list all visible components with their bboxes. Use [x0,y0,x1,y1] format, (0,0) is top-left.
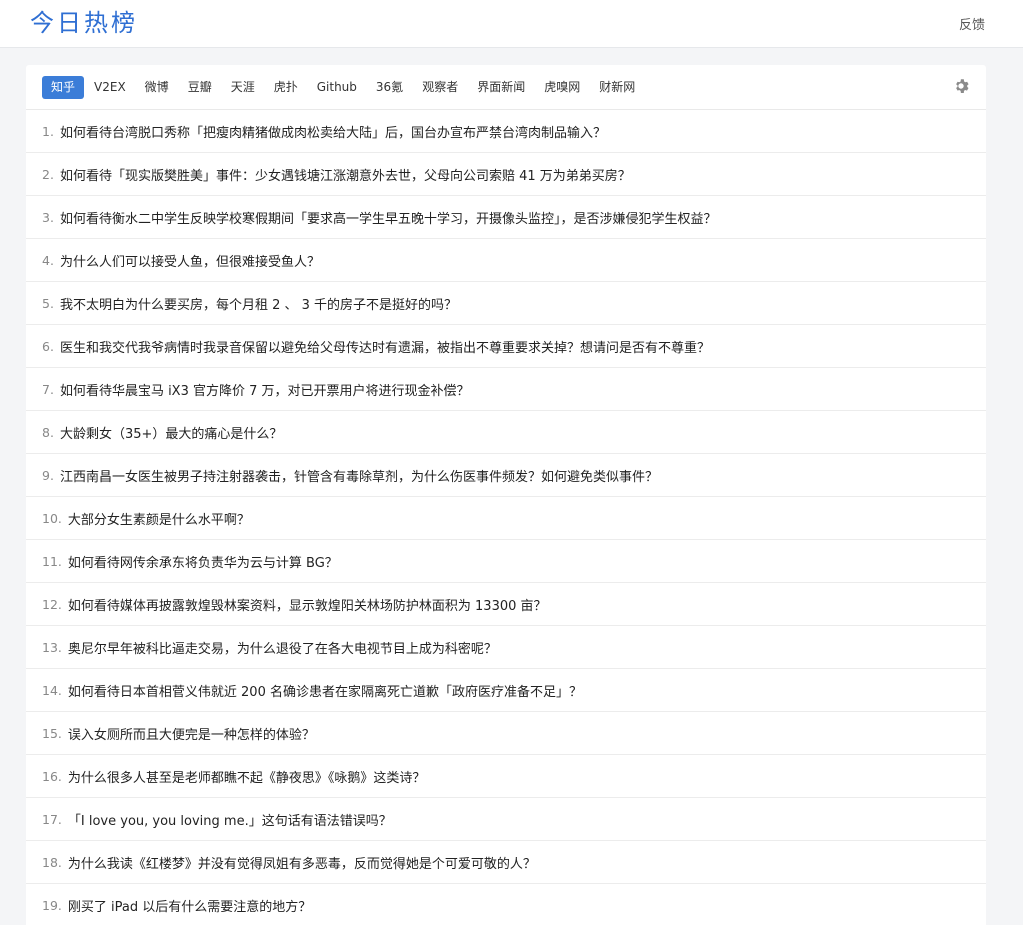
item-title[interactable]: 为什么很多人甚至是老师都瞧不起《静夜思》《咏鹅》这类诗？ [68,767,426,786]
item-title[interactable]: 江西南昌一女医生被男子持注射器袭击，针管含有毒除草剂，为什么伤医事件频发？如何避… [60,466,658,485]
tab-v2ex[interactable]: V2EX [85,76,135,99]
item-rank: 15. [42,725,62,741]
item-rank: 6. [42,338,54,354]
source-tabs: 知乎 V2EX 微博 豆瓣 天涯 虎扑 Github 36氪 观察者 界面新闻 … [26,65,986,110]
tab-douban[interactable]: 豆瓣 [179,76,221,99]
tab-caixin[interactable]: 财新网 [590,76,644,99]
feedback-link[interactable]: 反馈 [959,14,985,33]
hot-list: 1. 如何看待台湾脱口秀称「把瘦肉精猪做成肉松卖给大陆」后，国台办宣布严禁台湾肉制… [26,110,986,925]
tab-github[interactable]: Github [308,76,366,99]
item-rank: 4. [42,252,54,268]
list-item[interactable]: 14. 如何看待日本首相菅义伟就近 200 名确诊患者在家隔离死亡道歉「政府医疗准… [26,669,986,712]
item-title[interactable]: 我不太明白为什么要买房，每个月租 2 、 3 千的房子不是挺好的吗？ [60,294,457,313]
item-title[interactable]: 医生和我交代我爷病情时我录音保留以避免给父母传达时有遗漏，被指出不尊重要求关掉？… [60,337,710,356]
item-rank: 17. [42,811,62,827]
item-rank: 9. [42,467,54,483]
item-rank: 3. [42,209,54,225]
list-item[interactable]: 11. 如何看待网传余承东将负责华为云与计算 BG？ [26,540,986,583]
item-rank: 8. [42,424,54,440]
item-rank: 13. [42,639,62,655]
item-title[interactable]: 如何看待华晨宝马 iX3 官方降价 7 万，对已开票用户将进行现金补偿？ [60,380,470,399]
list-item[interactable]: 12. 如何看待媒体再披露敦煌毁林案资料，显示敦煌阳关林场防护林面积为 13300… [26,583,986,626]
list-item[interactable]: 8. 大龄剩女（35+）最大的痛心是什么？ [26,411,986,454]
item-title[interactable]: 大龄剩女（35+）最大的痛心是什么？ [60,423,282,442]
item-title[interactable]: 为什么我读《红楼梦》并没有觉得凤姐有多恶毒，反而觉得她是个可爱可敬的人？ [68,853,536,872]
site-logo[interactable]: 今日热榜 [30,6,138,40]
list-item[interactable]: 4. 为什么人们可以接受人鱼，但很难接受鱼人？ [26,239,986,282]
tab-hupu[interactable]: 虎扑 [265,76,307,99]
tab-jiemian[interactable]: 界面新闻 [468,76,534,99]
list-item[interactable]: 16. 为什么很多人甚至是老师都瞧不起《静夜思》《咏鹅》这类诗？ [26,755,986,798]
item-title[interactable]: 误入女厕所而且大便完是一种怎样的体验？ [68,724,315,743]
item-title[interactable]: 如何看待网传余承东将负责华为云与计算 BG？ [68,552,338,571]
list-item[interactable]: 7. 如何看待华晨宝马 iX3 官方降价 7 万，对已开票用户将进行现金补偿？ [26,368,986,411]
top-header: 今日热榜 反馈 [0,0,1023,48]
list-item[interactable]: 6. 医生和我交代我爷病情时我录音保留以避免给父母传达时有遗漏，被指出不尊重要求关… [26,325,986,368]
list-item[interactable]: 9. 江西南昌一女医生被男子持注射器袭击，针管含有毒除草剂，为什么伤医事件频发？如… [26,454,986,497]
list-item[interactable]: 1. 如何看待台湾脱口秀称「把瘦肉精猪做成肉松卖给大陆」后，国台办宣布严禁台湾肉制… [26,110,986,153]
gear-icon[interactable] [953,78,969,94]
item-rank: 5. [42,295,54,311]
list-item[interactable]: 17. 「I love you, you loving me.」这句话有语法错误吗… [26,798,986,841]
item-rank: 16. [42,768,62,784]
item-title[interactable]: 奥尼尔早年被科比逼走交易，为什么退役了在各大电视节目上成为科密呢？ [68,638,497,657]
item-rank: 7. [42,381,54,397]
list-item[interactable]: 13. 奥尼尔早年被科比逼走交易，为什么退役了在各大电视节目上成为科密呢？ [26,626,986,669]
hot-list-panel: 知乎 V2EX 微博 豆瓣 天涯 虎扑 Github 36氪 观察者 界面新闻 … [26,65,986,925]
item-rank: 1. [42,123,54,139]
item-rank: 11. [42,553,62,569]
tab-36kr[interactable]: 36氪 [367,76,412,99]
item-rank: 14. [42,682,62,698]
list-item[interactable]: 5. 我不太明白为什么要买房，每个月租 2 、 3 千的房子不是挺好的吗？ [26,282,986,325]
item-title[interactable]: 如何看待「现实版樊胜美」事件：少女遇钱塘江涨潮意外去世，父母向公司索赔 41 万… [60,165,631,184]
tab-tianya[interactable]: 天涯 [222,76,264,99]
item-rank: 2. [42,166,54,182]
item-title[interactable]: 如何看待日本首相菅义伟就近 200 名确诊患者在家隔离死亡道歉「政府医疗准备不足… [68,681,582,700]
item-title[interactable]: 如何看待台湾脱口秀称「把瘦肉精猪做成肉松卖给大陆」后，国台办宣布严禁台湾肉制品输… [60,122,606,141]
tab-guancha[interactable]: 观察者 [413,76,467,99]
item-title[interactable]: 如何看待媒体再披露敦煌毁林案资料，显示敦煌阳关林场防护林面积为 13300 亩？ [68,595,547,614]
item-title[interactable]: 如何看待衡水二中学生反映学校寒假期间「要求高一学生早五晚十学习，开摄像头监控」，… [60,208,717,227]
list-item[interactable]: 18. 为什么我读《红楼梦》并没有觉得凤姐有多恶毒，反而觉得她是个可爱可敬的人？ [26,841,986,884]
item-title[interactable]: 「I love you, you loving me.」这句话有语法错误吗？ [68,810,392,829]
list-item[interactable]: 2. 如何看待「现实版樊胜美」事件：少女遇钱塘江涨潮意外去世，父母向公司索赔 41… [26,153,986,196]
item-rank: 12. [42,596,62,612]
list-item[interactable]: 19. 刚买了 iPad 以后有什么需要注意的地方？ [26,884,986,925]
tab-weibo[interactable]: 微博 [136,76,178,99]
item-rank: 19. [42,897,62,913]
item-rank: 10. [42,510,62,526]
tab-huxiu[interactable]: 虎嗅网 [535,76,589,99]
item-title[interactable]: 刚买了 iPad 以后有什么需要注意的地方？ [68,896,311,915]
item-rank: 18. [42,854,62,870]
item-title[interactable]: 大部分女生素颜是什么水平啊？ [68,509,250,528]
list-item[interactable]: 3. 如何看待衡水二中学生反映学校寒假期间「要求高一学生早五晚十学习，开摄像头监控… [26,196,986,239]
list-item[interactable]: 15. 误入女厕所而且大便完是一种怎样的体验？ [26,712,986,755]
item-title[interactable]: 为什么人们可以接受人鱼，但很难接受鱼人？ [60,251,320,270]
list-item[interactable]: 10. 大部分女生素颜是什么水平啊？ [26,497,986,540]
tab-zhihu[interactable]: 知乎 [42,75,85,99]
